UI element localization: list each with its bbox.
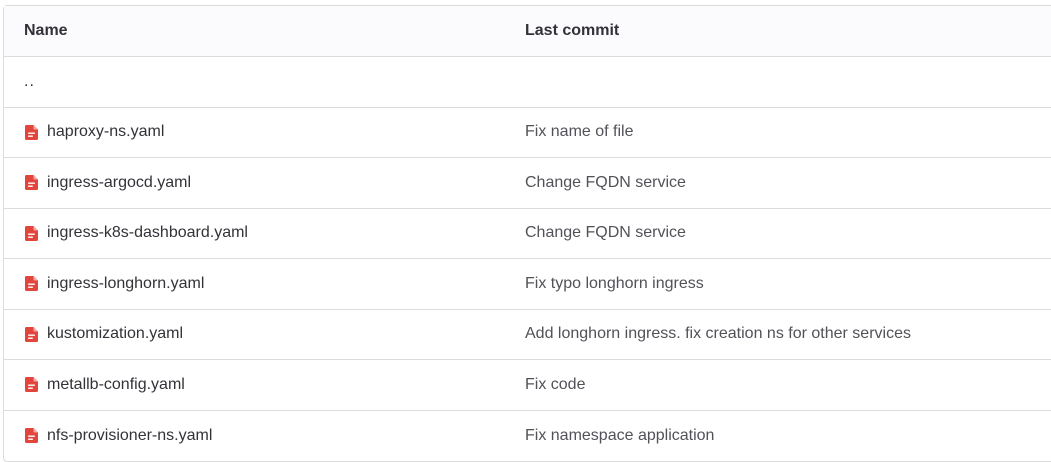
file-text-icon (24, 175, 38, 191)
file-name-cell: haproxy-ns.yaml (4, 123, 525, 141)
last-commit-cell: Fix namespace application (525, 427, 1051, 445)
last-commit-cell: Change FQDN service (525, 174, 1051, 192)
column-header-last-commit: Last commit (525, 22, 620, 39)
parent-directory-cell: .. (4, 73, 525, 91)
file-name-cell: nfs-provisioner-ns.yaml (4, 427, 525, 445)
file-name-cell: kustomization.yaml (4, 325, 525, 343)
last-commit-cell: Fix code (525, 376, 1051, 394)
file-name-cell: ingress-longhorn.yaml (4, 275, 525, 293)
file-name-cell: metallb-config.yaml (4, 376, 525, 394)
last-commit-link[interactable]: Fix code (525, 376, 585, 393)
file-name-link[interactable]: nfs-provisioner-ns.yaml (47, 427, 212, 445)
last-commit-link[interactable]: Fix namespace application (525, 427, 714, 444)
last-commit-link[interactable]: Fix typo longhorn ingress (525, 275, 704, 292)
file-text-icon (24, 276, 38, 292)
file-name-link[interactable]: kustomization.yaml (47, 325, 183, 343)
file-text-icon (24, 225, 38, 241)
file-text-icon (24, 377, 38, 393)
file-name-link[interactable]: metallb-config.yaml (47, 376, 185, 394)
file-text-icon (24, 124, 38, 140)
table-row[interactable]: haproxy-ns.yaml Fix name of file (4, 108, 1051, 158)
file-name-link[interactable]: ingress-longhorn.yaml (47, 275, 204, 293)
last-commit-cell: Add longhorn ingress. fix creation ns fo… (525, 325, 1051, 343)
last-commit-cell: Fix typo longhorn ingress (525, 275, 1051, 293)
last-commit-link[interactable]: Change FQDN service (525, 174, 686, 191)
file-name-link[interactable]: ingress-k8s-dashboard.yaml (47, 224, 248, 242)
file-name-cell: ingress-k8s-dashboard.yaml (4, 224, 525, 242)
file-name-link[interactable]: ingress-argocd.yaml (47, 174, 191, 192)
parent-directory-row[interactable]: .. (4, 57, 1051, 108)
table-row[interactable]: nfs-provisioner-ns.yaml Fix namespace ap… (4, 411, 1051, 462)
last-commit-link[interactable]: Change FQDN service (525, 224, 686, 241)
file-text-icon (24, 428, 38, 444)
last-commit-link[interactable]: Add longhorn ingress. fix creation ns fo… (525, 325, 911, 342)
parent-directory-link[interactable]: .. (24, 73, 35, 91)
table-row[interactable]: kustomization.yaml Add longhorn ingress.… (4, 310, 1051, 360)
column-header-name[interactable]: Name (4, 22, 525, 40)
last-commit-link[interactable]: Fix name of file (525, 123, 633, 140)
last-commit-cell: Fix name of file (525, 123, 1051, 141)
table-row[interactable]: metallb-config.yaml Fix code (4, 360, 1051, 411)
file-text-icon (24, 326, 38, 342)
file-name-cell: ingress-argocd.yaml (4, 174, 525, 192)
table-row[interactable]: ingress-k8s-dashboard.yaml Change FQDN s… (4, 209, 1051, 259)
last-commit-cell: Change FQDN service (525, 224, 1051, 242)
table-row[interactable]: ingress-argocd.yaml Change FQDN service (4, 158, 1051, 209)
table-header: Name Last commit (4, 6, 1051, 57)
table-row[interactable]: ingress-longhorn.yaml Fix typo longhorn … (4, 259, 1051, 310)
file-table: Name Last commit .. haproxy-ns.yaml Fix … (3, 5, 1051, 462)
file-name-link[interactable]: haproxy-ns.yaml (47, 123, 164, 141)
